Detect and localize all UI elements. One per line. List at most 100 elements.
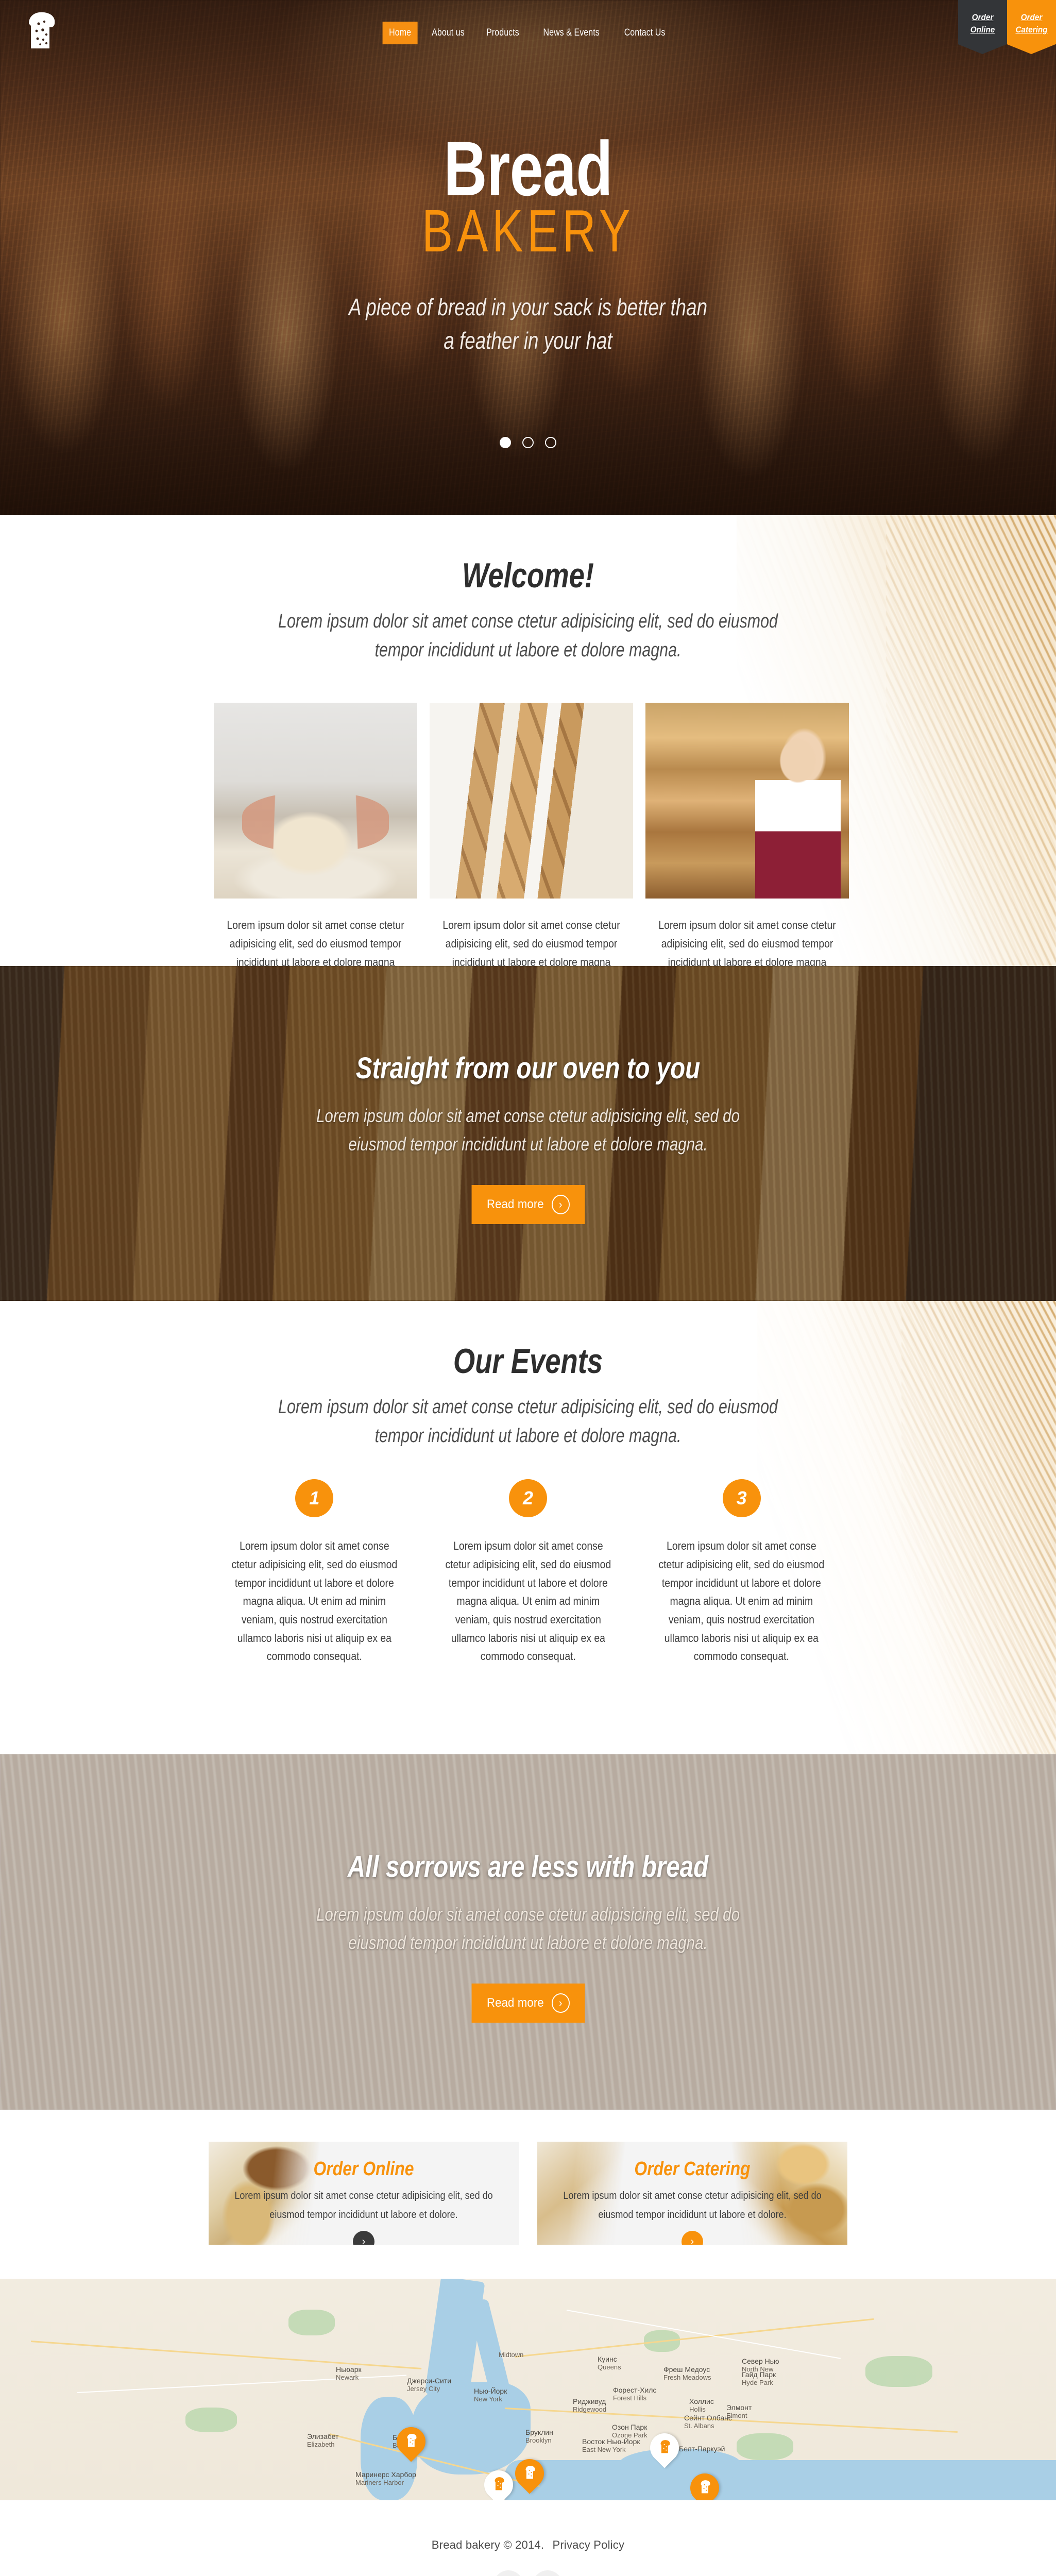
order-online-title: Order Online [313, 2158, 414, 2180]
welcome-section: Welcome! Lorem ipsum dolor sit amet cons… [0, 515, 1056, 966]
event-item-3: 3 Lorem ipsum dolor sit amet conse ctetu… [641, 1479, 842, 1665]
order-online-chevron-right-icon[interactable]: › [353, 2231, 374, 2245]
nav-item-about-us[interactable]: About us [425, 22, 471, 44]
bread-slice-logo-icon[interactable] [22, 10, 59, 50]
map-water-jamaica-bay [618, 2449, 742, 2485]
twitter-icon[interactable] [533, 2570, 563, 2576]
hero-slider-pagination[interactable] [500, 437, 556, 448]
map-label: Фреш Медоус Fresh Meadows [663, 2365, 711, 2381]
map-label: Элизабет Elizabeth [307, 2432, 339, 2448]
map-label: Маринерс Харбор Mariners Harbor [355, 2470, 416, 2486]
baker-kneading-dough-image[interactable] [214, 703, 417, 899]
map-marker-bread-slice-icon[interactable] [644, 2427, 685, 2471]
map-water-upper-bay [412, 2382, 531, 2475]
sorrows-banner-text-line2: eiusmod tempor incididunt ut labore et d… [348, 1931, 708, 1953]
facebook-icon[interactable] [493, 2570, 523, 2576]
events-lead-line2: tempor incididunt ut labore et dolore ma… [374, 1425, 682, 1447]
map-label: Куинс Queens [598, 2355, 621, 2371]
map-marker-bread-slice-icon[interactable] [478, 2464, 519, 2500]
order-online-line1: Order [972, 12, 994, 22]
order-online-card[interactable]: Order Online Lorem ipsum dolor sit amet … [209, 2142, 519, 2245]
sorrows-banner-content: All sorrows are less with bread Lorem ip… [0, 1754, 1056, 2023]
oven-banner-read-more-button[interactable]: Read more › [471, 1185, 585, 1225]
map-label: Белт-Паркуэй [679, 2445, 725, 2453]
map-label: Сейнт Олбанс St. Albans [684, 2414, 732, 2430]
bakery-landing-page: Home About us Products News & Events Con… [0, 0, 1056, 2576]
map-label: Midtown [499, 2351, 524, 2359]
welcome-card-1-text: Lorem ipsum dolor sit amet conse ctetur … [227, 919, 404, 966]
map-label: Гайд Парк Hyde Park [742, 2370, 776, 2386]
chevron-right-icon: › [551, 1993, 570, 2013]
map-label: Форест-Хилс Forest Hills [613, 2386, 657, 2402]
map-marker-bread-slice-icon[interactable] [509, 2453, 550, 2497]
smiling-shop-assistant-image[interactable] [645, 703, 849, 899]
map-label: Джерси-Сити Jersey City [407, 2377, 452, 2393]
welcome-lead-line1: Lorem ipsum dolor sit amet conse ctetur … [278, 611, 778, 632]
events-title: Our Events [453, 1342, 603, 1381]
order-online-ribbon[interactable]: Order Online [958, 0, 1007, 54]
oven-banner-content: Straight from our oven to you Lorem ipsu… [0, 966, 1056, 1225]
privacy-policy-link[interactable]: Privacy Policy [552, 2538, 624, 2551]
sorrows-banner-text-line1: Lorem ipsum dolor sit amet conse ctetur … [316, 1904, 740, 1925]
map-marker-bread-slice-icon[interactable] [684, 2467, 725, 2500]
map-label: Элмонт Elmont [726, 2403, 752, 2419]
map-water-atlantic [505, 2460, 1056, 2500]
welcome-card-2-text: Lorem ipsum dolor sit amet conse ctetur … [442, 919, 620, 966]
hero-slider: Home About us Products News & Events Con… [0, 0, 1056, 515]
sorrows-banner-heading: All sorrows are less with bread [347, 1850, 709, 1884]
fresh-baguettes-image[interactable] [430, 703, 633, 899]
order-catering-ribbon[interactable]: Order Catering [1007, 0, 1056, 54]
welcome-title: Welcome! [462, 556, 594, 595]
map-park-5 [185, 2408, 237, 2432]
sorrows-banner-read-more-button[interactable]: Read more › [471, 1984, 585, 2023]
nav-item-products[interactable]: Products [480, 22, 525, 44]
event-text-2: Lorem ipsum dolor sit amet conse ctetur … [445, 1539, 611, 1663]
oven-banner-section: Straight from our oven to you Lorem ipsu… [0, 966, 1056, 1301]
nav-item-home[interactable]: Home [382, 22, 418, 44]
nav-item-contact-us[interactable]: Contact Us [618, 22, 672, 44]
order-online-text-line2: eiusmod tempor incididunt ut labore et d… [269, 2209, 458, 2221]
oven-banner-text-line1: Lorem ipsum dolor sit amet conse ctetur … [316, 1105, 740, 1126]
events-columns: 1 Lorem ipsum dolor sit amet conse ctetu… [209, 1479, 847, 1665]
slider-dot-2[interactable] [522, 437, 534, 448]
event-text-1: Lorem ipsum dolor sit amet conse ctetur … [231, 1539, 398, 1663]
event-number-badge-3: 3 [722, 1479, 761, 1518]
welcome-card-3-text: Lorem ipsum dolor sit amet conse ctetur … [658, 919, 836, 966]
map-marker-bread-slice-icon[interactable] [390, 2421, 432, 2465]
chevron-right-icon: › [551, 1195, 570, 1215]
map-label: Ридживуд Ridgewood [573, 2397, 607, 2413]
oven-banner-text-line2: eiusmod tempor incididunt ut labore et d… [348, 1133, 708, 1155]
map-park-1 [288, 2310, 335, 2335]
map-label: Нью-Йорк New York [474, 2387, 507, 2403]
events-section: Our Events Lorem ipsum dolor sit amet co… [0, 1301, 1056, 1754]
order-catering-chevron-right-icon[interactable]: › [682, 2231, 703, 2245]
map-park-3 [737, 2433, 793, 2460]
site-header: Home About us Products News & Events Con… [0, 0, 1056, 64]
event-item-1: 1 Lorem ipsum dolor sit amet conse ctetu… [214, 1479, 415, 1665]
welcome-card-3[interactable]: Lorem ipsum dolor sit amet conse ctetur … [645, 703, 849, 966]
welcome-card-1[interactable]: Lorem ipsum dolor sit amet conse ctetur … [214, 703, 417, 966]
event-number-badge-2: 2 [509, 1479, 547, 1518]
hero-title: Bread [444, 125, 613, 212]
map-park-4 [865, 2356, 932, 2387]
slider-dot-1[interactable] [500, 437, 511, 448]
events-lead-line1: Lorem ipsum dolor sit amet conse ctetur … [278, 1396, 778, 1418]
slider-dot-3[interactable] [545, 437, 556, 448]
footer-copyright: Bread bakery © 2014. [431, 2538, 544, 2551]
oven-read-more-label: Read more [486, 1197, 544, 1212]
site-footer: Bread bakery © 2014. Privacy Policy [0, 2500, 1056, 2576]
sorrows-banner-section: All sorrows are less with bread Lorem ip… [0, 1754, 1056, 2110]
welcome-card-2[interactable]: Lorem ipsum dolor sit amet conse ctetur … [430, 703, 633, 966]
order-online-line2: Online [970, 25, 995, 35]
map-label: Ньюарк Newark [336, 2365, 362, 2381]
map-label: Восток Нью-Йорк East New York [582, 2437, 640, 2453]
hero-tagline-line2: a feather in your hat [444, 327, 612, 354]
order-catering-card[interactable]: Order Catering Lorem ipsum dolor sit ame… [537, 2142, 847, 2245]
map-label: Холлис Hollis [689, 2397, 714, 2413]
footer-social-links[interactable] [0, 2570, 1056, 2576]
locations-map[interactable]: Ньюарк Newark Джерси-Сити Jersey City Нью-Йо… [0, 2279, 1056, 2500]
main-navigation[interactable]: Home About us Products News & Events Con… [379, 22, 677, 44]
map-label: Озон Парк Ozone Park [612, 2423, 648, 2439]
nav-item-news-events[interactable]: News & Events [537, 22, 606, 44]
map-label: Бруклин Brooklyn [525, 2428, 553, 2444]
